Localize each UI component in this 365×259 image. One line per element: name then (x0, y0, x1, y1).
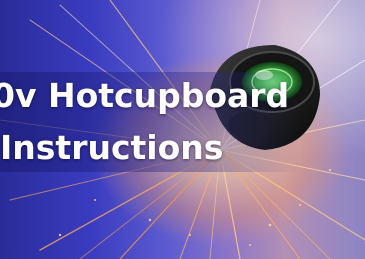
banner-title-line-1: 0v Hotcupboard (0, 76, 290, 115)
banner: 0v Hotcupboard Instructions (0, 0, 365, 259)
banner-title-line-2: Instructions (0, 128, 224, 167)
